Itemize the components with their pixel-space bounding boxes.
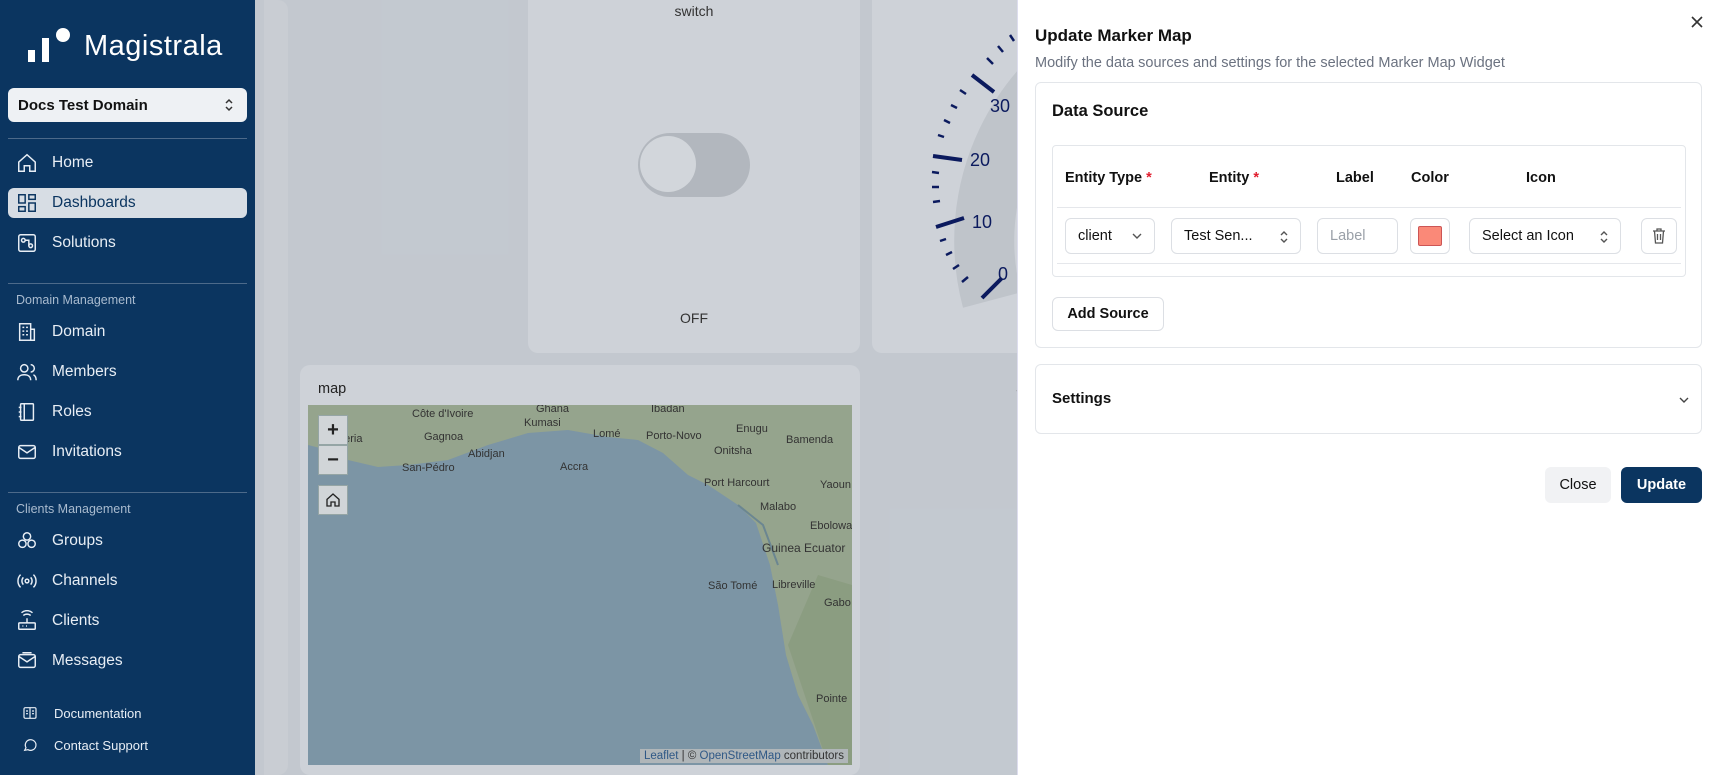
table-divider (1057, 263, 1681, 264)
book-icon (18, 403, 35, 421)
sidebar-item-roles[interactable]: Roles (8, 397, 247, 427)
sidebar-divider (8, 283, 247, 284)
chevrons-up-down-icon (1600, 231, 1608, 243)
router-icon (18, 610, 36, 630)
column-header-label: Label (1336, 170, 1374, 186)
entity-type-select[interactable]: client (1065, 218, 1155, 254)
trash-icon (1653, 228, 1665, 244)
sidebar-divider (8, 492, 247, 493)
column-header-icon: Icon (1526, 170, 1556, 186)
sidebar-item-label: Domain (52, 323, 106, 340)
sidebar-item-contact-support[interactable]: Contact Support (8, 730, 247, 760)
sidebar-item-invitations[interactable]: Invitations (8, 437, 247, 467)
sidebar-item-solutions[interactable]: Solutions (8, 228, 247, 258)
update-widget-panel: Update Marker Map Modify the data source… (1017, 0, 1717, 775)
docs-icon (23, 707, 37, 719)
color-swatch (1418, 226, 1442, 246)
entity-type-value: client (1078, 228, 1112, 244)
sidebar-item-label: Dashboards (52, 194, 136, 211)
column-header-entity-type: Entity Type * (1065, 170, 1152, 186)
sidebar-item-groups[interactable]: Groups (8, 526, 247, 556)
section-label-domain: Domain Management (16, 293, 136, 307)
brand-name: Magistrala (84, 29, 223, 62)
entity-select[interactable]: Test Sen... (1171, 218, 1301, 254)
close-icon[interactable] (1689, 14, 1705, 30)
sidebar-item-clients[interactable]: Clients (8, 606, 247, 636)
groups-icon (18, 532, 36, 549)
delete-source-button[interactable] (1641, 218, 1677, 254)
label-input[interactable]: Label (1317, 218, 1398, 254)
icon-select[interactable]: Select an Icon (1469, 218, 1621, 254)
sidebar-item-label: Home (52, 154, 94, 171)
label-placeholder: Label (1330, 228, 1366, 244)
data-source-section: Data Source Entity Type * Entity * Label… (1035, 82, 1702, 348)
chevrons-up-down-icon (1280, 231, 1288, 243)
chevron-down-icon (1132, 233, 1142, 239)
sidebar-item-home[interactable]: Home (8, 148, 247, 178)
sidebar-item-label: Members (52, 363, 117, 380)
sidebar-item-dashboards[interactable]: Dashboards (8, 188, 247, 218)
domain-selector-label: Docs Test Domain (18, 96, 148, 114)
icon-select-value: Select an Icon (1482, 228, 1574, 244)
sidebar-item-channels[interactable]: Channels (8, 566, 247, 596)
dashboard-icon (18, 194, 36, 212)
settings-title: Settings (1052, 390, 1112, 407)
sidebar-item-documentation[interactable]: Documentation (8, 698, 247, 728)
modal-backdrop[interactable] (255, 0, 1017, 775)
solutions-icon (18, 234, 36, 252)
panel-title: Update Marker Map (1035, 26, 1192, 45)
channels-icon (17, 574, 37, 588)
chevrons-up-down-icon (225, 98, 233, 112)
mail-icon (18, 444, 36, 460)
sidebar-item-label: Solutions (52, 234, 116, 251)
column-header-color: Color (1411, 170, 1449, 186)
color-picker[interactable] (1410, 218, 1450, 254)
settings-section[interactable]: Settings (1035, 364, 1702, 434)
panel-description: Modify the data sources and settings for… (1035, 55, 1505, 71)
sidebar-divider (8, 138, 247, 139)
users-icon (17, 363, 37, 381)
add-source-button[interactable]: Add Source (1052, 297, 1164, 331)
sidebar: Magistrala Docs Test Domain Home Dashboa… (0, 0, 255, 775)
chat-icon (23, 739, 37, 752)
table-divider (1057, 207, 1681, 208)
sidebar-item-label: Messages (52, 652, 123, 669)
column-header-entity: Entity * (1209, 170, 1259, 186)
magistrala-logo-icon (26, 28, 72, 64)
messages-icon (18, 652, 36, 669)
domain-selector[interactable]: Docs Test Domain (8, 88, 247, 122)
sidebar-item-members[interactable]: Members (8, 357, 247, 387)
close-button[interactable]: Close (1545, 467, 1611, 503)
sidebar-item-label: Invitations (52, 443, 122, 460)
sidebar-item-label: Documentation (54, 705, 142, 721)
sidebar-item-messages[interactable]: Messages (8, 646, 247, 676)
update-button[interactable]: Update (1621, 467, 1702, 503)
sidebar-item-label: Clients (52, 612, 100, 629)
sidebar-item-label: Roles (52, 403, 92, 420)
building-icon (18, 323, 36, 341)
brand-logo[interactable]: Magistrala (26, 28, 223, 64)
section-label-clients: Clients Management (16, 502, 131, 516)
entity-value: Test Sen... (1184, 228, 1253, 244)
sidebar-item-label: Contact Support (54, 737, 148, 753)
data-source-title: Data Source (1052, 102, 1149, 120)
sidebar-item-domain[interactable]: Domain (8, 317, 247, 347)
chevron-down-icon (1679, 397, 1689, 403)
sidebar-item-label: Groups (52, 532, 103, 549)
sidebar-item-label: Channels (52, 572, 118, 589)
home-icon (18, 153, 36, 172)
data-source-table: Entity Type * Entity * Label Color Icon … (1052, 145, 1686, 277)
